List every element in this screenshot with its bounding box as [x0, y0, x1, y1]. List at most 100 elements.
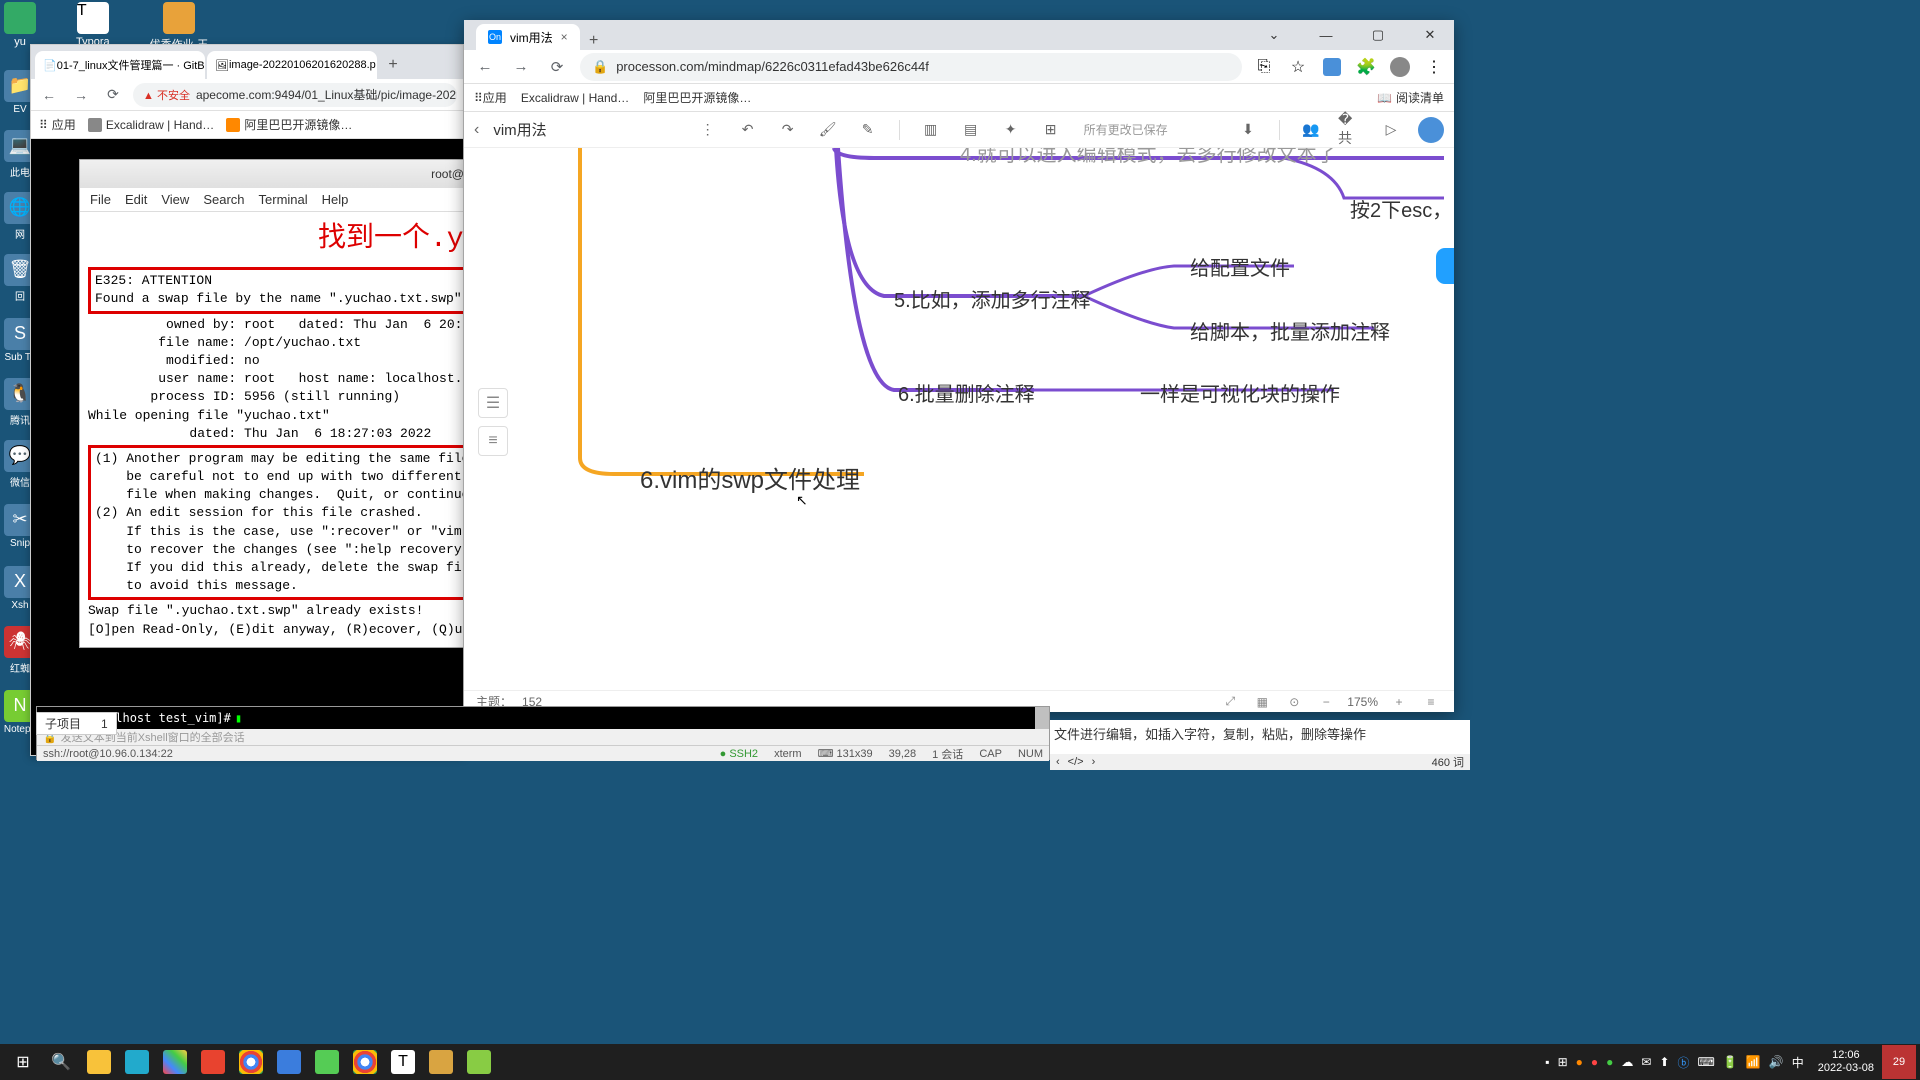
- menu-icon[interactable]: ⋮: [1422, 55, 1446, 79]
- tray-icon[interactable]: ▪: [1545, 1055, 1549, 1069]
- zoom-out-button[interactable]: −: [1315, 691, 1337, 713]
- share-icon[interactable]: �共: [1338, 117, 1364, 143]
- typora-icon[interactable]: T: [384, 1044, 422, 1080]
- chrome-icon[interactable]: [346, 1044, 384, 1080]
- address-bar[interactable]: 🔒processon.com/mindmap/6226c0311efad43be…: [580, 53, 1242, 81]
- browser-tab-active[interactable]: 🖼image-20220106201620288.p…×: [207, 51, 377, 79]
- outline-toggle-icon[interactable]: ≡: [478, 426, 508, 456]
- tray-icon[interactable]: 中: [1792, 1054, 1804, 1071]
- extensions-icon[interactable]: 🧩: [1354, 55, 1378, 79]
- style-icon[interactable]: ✦: [998, 117, 1024, 143]
- reading-list-button[interactable]: 📖阅读清单: [1377, 89, 1444, 106]
- edit-icon[interactable]: ✎: [855, 117, 881, 143]
- notification-button[interactable]: 29: [1882, 1045, 1916, 1079]
- minimize-button[interactable]: —: [1306, 21, 1346, 49]
- xshell-send-input[interactable]: 🔒发送文本到当前Xshell窗口的全部会话: [37, 729, 1049, 745]
- settings-icon[interactable]: ≡: [1420, 691, 1442, 713]
- nav-next-icon[interactable]: ›: [1092, 756, 1096, 768]
- back-button[interactable]: ←: [37, 83, 61, 107]
- reload-button[interactable]: ⟳: [544, 54, 570, 80]
- close-icon[interactable]: ×: [561, 30, 568, 44]
- mindmap-node[interactable]: 5.比如，添加多行注释: [894, 284, 1091, 313]
- locate-icon[interactable]: ⊙: [1283, 691, 1305, 713]
- code-icon[interactable]: </>: [1068, 756, 1084, 768]
- more-icon[interactable]: ⋮: [695, 117, 721, 143]
- fit-icon[interactable]: ⤢: [1219, 691, 1241, 713]
- mindmap-node[interactable]: 一样是可视化块的操作: [1140, 378, 1340, 407]
- layout-icon[interactable]: ▤: [958, 117, 984, 143]
- app-icon[interactable]: [308, 1044, 346, 1080]
- terminal-prompt-area[interactable]: [root@localhost test_vim]#▮: [37, 707, 1049, 729]
- mindmap-node[interactable]: 给脚本，批量添加注释: [1190, 316, 1390, 345]
- app-icon[interactable]: [422, 1044, 460, 1080]
- redo-button[interactable]: ↷: [775, 117, 801, 143]
- menu-edit[interactable]: Edit: [125, 192, 147, 207]
- taskbar-clock[interactable]: 12:06 2022-03-08: [1810, 1049, 1882, 1075]
- tray-icon[interactable]: ●: [1591, 1055, 1598, 1069]
- maximize-button[interactable]: ▢: [1358, 21, 1398, 49]
- menu-search[interactable]: Search: [203, 192, 244, 207]
- play-icon[interactable]: ▷: [1378, 117, 1404, 143]
- apps-button[interactable]: ⠿应用: [39, 116, 76, 133]
- tray-icon[interactable]: ⊞: [1558, 1055, 1568, 1069]
- tray-icon[interactable]: ●: [1606, 1055, 1613, 1069]
- layout-icon[interactable]: ▥: [918, 117, 944, 143]
- system-tray[interactable]: ▪ ⊞ ● ● ● ☁ ✉ ⬆ ⓑ ⌨ 🔋 📶 🔊 中: [1539, 1054, 1809, 1071]
- bookmark-item[interactable]: Excalidraw | Hand…: [521, 91, 630, 105]
- menu-help[interactable]: Help: [322, 192, 349, 207]
- undo-button[interactable]: ↶: [735, 117, 761, 143]
- profile-icon[interactable]: [1388, 55, 1412, 79]
- outline-toggle-icon[interactable]: ☰: [478, 388, 508, 418]
- download-icon[interactable]: ⬇: [1235, 117, 1261, 143]
- tray-icon[interactable]: ☁: [1621, 1055, 1633, 1069]
- address-bar[interactable]: ▲ 不安全apecome.com:9494/01_Linux基础/pic/ima…: [133, 83, 457, 107]
- nav-prev-icon[interactable]: ‹: [1056, 756, 1060, 768]
- app-icon[interactable]: [460, 1044, 498, 1080]
- minimap-icon[interactable]: ▦: [1251, 691, 1273, 713]
- explorer-icon[interactable]: [80, 1044, 118, 1080]
- install-icon[interactable]: ⎘: [1252, 55, 1276, 79]
- bookmark-item[interactable]: 阿里巴巴开源镜像…: [226, 116, 352, 133]
- start-button[interactable]: ⊞: [4, 1044, 42, 1080]
- tray-icon[interactable]: ⬆: [1659, 1055, 1669, 1069]
- new-tab-button[interactable]: +: [580, 32, 608, 50]
- menu-file[interactable]: File: [90, 192, 111, 207]
- back-icon[interactable]: ‹: [474, 121, 479, 139]
- document-title[interactable]: vim用法: [493, 119, 546, 140]
- reload-button[interactable]: ⟳: [101, 83, 125, 107]
- extension-icon[interactable]: [1320, 55, 1344, 79]
- new-tab-button[interactable]: +: [379, 51, 407, 79]
- browser-tab-active[interactable]: On vim用法 ×: [476, 24, 580, 50]
- mindmap-node-main[interactable]: 6.vim的swp文件处理: [640, 460, 860, 495]
- star-icon[interactable]: ☆: [1286, 55, 1310, 79]
- tray-icon[interactable]: 📶: [1746, 1055, 1761, 1069]
- search-button[interactable]: 🔍: [42, 1044, 80, 1080]
- apps-button[interactable]: ⠿应用: [474, 89, 507, 106]
- mindmap-node[interactable]: 4.就可以进入编辑模式，去多行修改文本了: [960, 148, 1337, 167]
- mindmap-node[interactable]: 按2下esc，自动: [1350, 194, 1454, 223]
- bookmark-item[interactable]: Excalidraw | Hand…: [88, 118, 215, 132]
- format-painter-icon[interactable]: 🖌: [815, 117, 841, 143]
- mindmap-node[interactable]: 给配置文件: [1190, 252, 1290, 281]
- chrome-icon[interactable]: [232, 1044, 270, 1080]
- mindmap-canvas[interactable]: 4.就可以进入编辑模式，去多行修改文本了 按2下esc，自动 5.比如，添加多行…: [464, 148, 1454, 690]
- app-icon[interactable]: [156, 1044, 194, 1080]
- scrollbar[interactable]: [1035, 707, 1049, 729]
- browser-tab[interactable]: 📄01-7_linux文件管理篇一 · GitB…×: [35, 51, 205, 79]
- menu-terminal[interactable]: Terminal: [259, 192, 308, 207]
- forward-button[interactable]: →: [69, 83, 93, 107]
- tray-icon[interactable]: ✉: [1641, 1055, 1651, 1069]
- chevron-down-icon[interactable]: ⌄: [1254, 21, 1294, 49]
- zoom-in-button[interactable]: +: [1388, 691, 1410, 713]
- side-panel-handle[interactable]: [1436, 248, 1454, 284]
- close-button[interactable]: ✕: [1410, 21, 1450, 49]
- user-avatar[interactable]: [1418, 117, 1444, 143]
- app-icon[interactable]: [118, 1044, 156, 1080]
- grid-icon[interactable]: ⊞: [1038, 117, 1064, 143]
- collab-icon[interactable]: 👥: [1298, 117, 1324, 143]
- tray-icon[interactable]: ●: [1576, 1055, 1583, 1069]
- app-icon[interactable]: [270, 1044, 308, 1080]
- tray-icon[interactable]: 🔋: [1723, 1055, 1738, 1069]
- forward-button[interactable]: →: [508, 54, 534, 80]
- bookmark-item[interactable]: 阿里巴巴开源镜像…: [643, 89, 751, 106]
